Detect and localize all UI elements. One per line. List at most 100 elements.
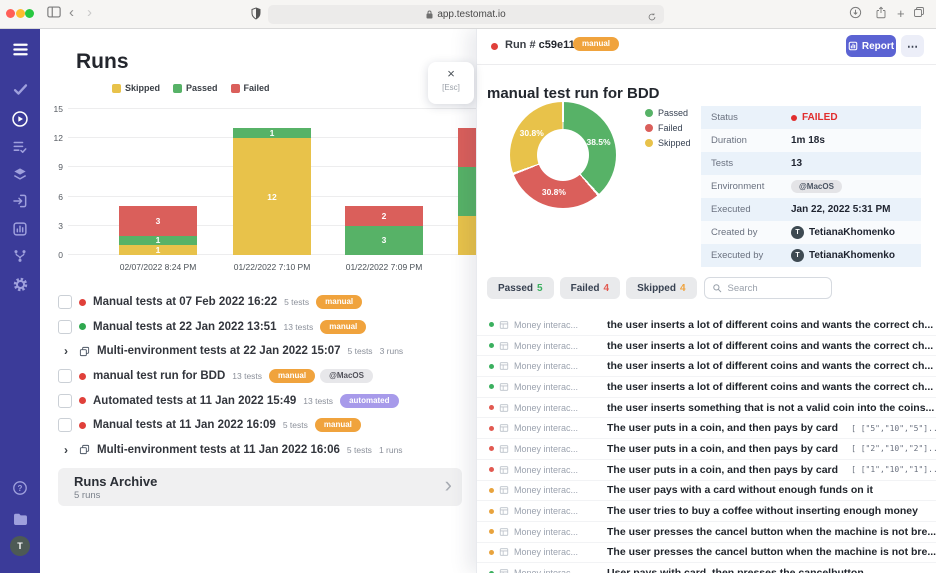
check-icon[interactable] <box>0 76 40 102</box>
play-circle-icon[interactable] <box>0 106 40 132</box>
test-title[interactable]: the user inserts a lot of different coin… <box>607 340 933 352</box>
share-icon[interactable] <box>875 6 887 19</box>
test-row[interactable]: Money interac... the user inserts someth… <box>477 398 936 419</box>
minimize-window-button[interactable] <box>16 9 25 18</box>
test-title[interactable]: the user inserts something that is not a… <box>607 402 934 414</box>
test-title[interactable]: The user puts in a coin, and then pays b… <box>607 464 838 476</box>
y-tick-label: 0 <box>40 250 63 260</box>
runs-archive-row[interactable]: Runs Archive 5 runs › <box>58 468 462 506</box>
x-tick-label: 02/07/2022 8:24 PM <box>93 262 223 272</box>
test-title[interactable]: The user presses the cancel button when … <box>607 526 936 538</box>
run-checkbox[interactable] <box>58 418 72 432</box>
run-row[interactable]: Automated tests at 11 Jan 2022 15:49 13 … <box>40 388 476 413</box>
test-row[interactable]: Money interac... the user inserts a lot … <box>477 315 936 336</box>
filter-button[interactable]: Failed 4 <box>560 277 620 299</box>
run-checkbox[interactable] <box>58 295 72 309</box>
more-actions-button[interactable]: ⋯ <box>901 35 924 57</box>
run-title[interactable]: Automated tests at 11 Jan 2022 15:49 <box>93 395 296 407</box>
filter-button[interactable]: Skipped 4 <box>626 277 696 299</box>
run-row[interactable]: › Multi-environment tests at 11 Jan 2022… <box>40 438 476 463</box>
test-suite-name: Money interac... <box>514 382 578 392</box>
test-title[interactable]: the user inserts a lot of different coin… <box>607 360 933 372</box>
close-icon[interactable]: × <box>428 67 474 81</box>
run-row[interactable]: › Multi-environment tests at 22 Jan 2022… <box>40 339 476 364</box>
test-title[interactable]: the user inserts a lot of different coin… <box>607 381 933 393</box>
test-row[interactable]: Money interac... the user inserts a lot … <box>477 377 936 398</box>
filter-button[interactable]: Passed 5 <box>487 277 554 299</box>
legend-label: Skipped <box>658 138 691 148</box>
privacy-shield-icon[interactable] <box>250 7 262 20</box>
run-tests-count: 5 tests <box>347 445 372 455</box>
forward-button[interactable]: › <box>87 3 92 23</box>
run-row[interactable]: Manual tests at 11 Jan 2022 16:09 5 test… <box>40 413 476 438</box>
run-title[interactable]: Multi-environment tests at 22 Jan 2022 1… <box>97 345 341 357</box>
branch-icon[interactable] <box>0 243 40 269</box>
run-row[interactable]: Manual tests at 07 Feb 2022 16:22 5 test… <box>40 290 476 315</box>
test-row[interactable]: Money interac... the user inserts a lot … <box>477 336 936 357</box>
status-row-label: Executed <box>701 204 791 215</box>
address-bar[interactable]: app.testomat.io <box>268 5 664 24</box>
run-title[interactable]: Manual tests at 22 Jan 2022 13:51 <box>93 321 276 333</box>
test-suite-name: Money interac... <box>514 506 578 516</box>
new-tab-icon[interactable]: + <box>897 4 905 24</box>
search-input[interactable] <box>726 282 810 295</box>
test-title[interactable]: The user pays with a card without enough… <box>607 484 873 496</box>
run-checkbox[interactable] <box>58 369 72 383</box>
status-row-value: Jan 22, 2022 5:31 PM <box>791 204 891 215</box>
expand-chevron-icon[interactable]: › <box>64 444 72 456</box>
status-row-text: 1m 18s <box>791 135 825 146</box>
test-row[interactable]: Money interac... The user presses the ca… <box>477 543 936 564</box>
run-row[interactable]: Manual tests at 22 Jan 2022 13:51 13 tes… <box>40 315 476 340</box>
filter-label: Passed <box>498 283 533 294</box>
test-row[interactable]: Money interac... The user puts in a coin… <box>477 460 936 481</box>
test-title[interactable]: The user tries to buy a coffee without i… <box>607 505 918 517</box>
test-title[interactable]: The user puts in a coin, and then pays b… <box>607 422 838 434</box>
menu-icon[interactable] <box>0 36 40 62</box>
list-check-icon[interactable] <box>0 134 40 160</box>
report-button[interactable]: Report <box>846 35 896 57</box>
status-table-row: Tests 13 <box>701 152 921 175</box>
bar-value-label: 5 <box>458 187 476 197</box>
run-title[interactable]: Manual tests at 07 Feb 2022 16:22 <box>93 296 277 308</box>
run-row[interactable]: manual test run for BDD 13 tests manual@… <box>40 364 476 389</box>
downloads-icon[interactable] <box>849 6 862 19</box>
test-row[interactable]: Money interac... The user pays with a ca… <box>477 481 936 502</box>
test-row[interactable]: Money interac... The user puts in a coin… <box>477 439 936 460</box>
fullscreen-window-button[interactable] <box>25 9 34 18</box>
suite-icon <box>499 485 509 495</box>
run-checkbox[interactable] <box>58 320 72 334</box>
sidebar-toggle-icon[interactable] <box>47 6 61 18</box>
test-row[interactable]: Money interac... The user tries to buy a… <box>477 501 936 522</box>
x-tick-label: 01/22/2022 7:09 PM <box>319 262 449 272</box>
test-row[interactable]: Money interac... The user puts in a coin… <box>477 418 936 439</box>
run-title[interactable]: Manual tests at 11 Jan 2022 16:09 <box>93 419 276 431</box>
run-title[interactable]: Multi-environment tests at 11 Jan 2022 1… <box>97 444 340 456</box>
test-title[interactable]: The user puts in a coin, and then pays b… <box>607 443 838 455</box>
status-value: FAILED <box>802 112 838 123</box>
test-title[interactable]: User pays with card, then presses the ca… <box>607 567 864 573</box>
run-checkbox[interactable] <box>58 394 72 408</box>
projects-folder-icon[interactable] <box>0 506 40 532</box>
back-button[interactable]: ‹ <box>69 3 74 23</box>
help-icon[interactable]: ? <box>0 475 40 501</box>
test-title[interactable]: the user inserts a lot of different coin… <box>607 319 933 331</box>
layers-icon[interactable] <box>0 161 40 187</box>
refresh-icon[interactable] <box>647 9 657 27</box>
search-box[interactable] <box>704 277 832 299</box>
run-title[interactable]: manual test run for BDD <box>93 370 225 382</box>
status-row-text: 13 <box>791 158 802 169</box>
report-chart-icon[interactable] <box>0 216 40 242</box>
expand-chevron-icon[interactable]: › <box>64 345 72 357</box>
test-row[interactable]: Money interac... the user inserts a lot … <box>477 356 936 377</box>
test-row[interactable]: Money interac... The user presses the ca… <box>477 522 936 543</box>
user-avatar[interactable]: T <box>10 536 30 556</box>
test-row[interactable]: Money interac... User pays with card, th… <box>477 563 936 573</box>
close-window-button[interactable] <box>6 9 15 18</box>
sidebar: ? T <box>0 28 40 573</box>
test-status-dot <box>489 529 494 534</box>
close-drawer-button[interactable]: × [Esc] <box>428 62 474 104</box>
test-title[interactable]: The user presses the cancel button when … <box>607 546 936 558</box>
settings-gear-icon[interactable] <box>0 271 40 297</box>
tab-overview-icon[interactable] <box>913 6 925 18</box>
import-icon[interactable] <box>0 188 40 214</box>
